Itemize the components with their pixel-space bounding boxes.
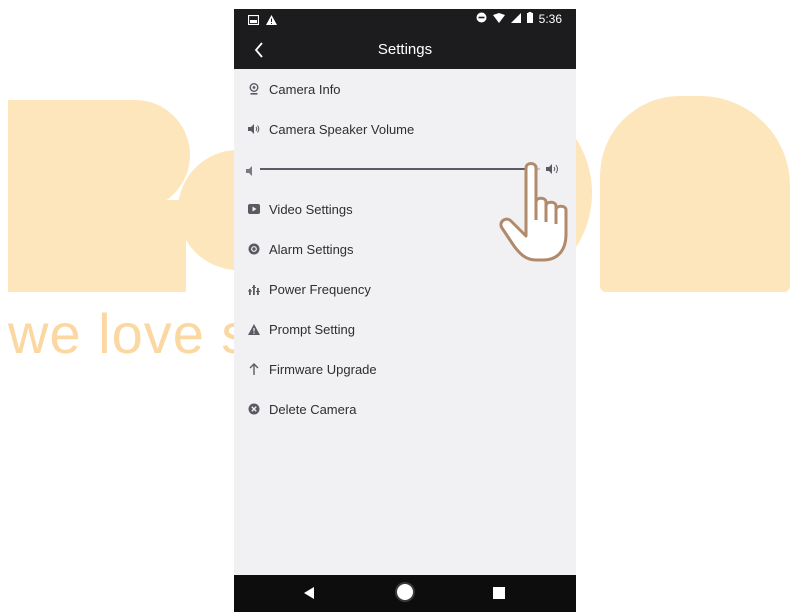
delete-icon: [248, 403, 260, 415]
settings-item-delete-camera[interactable]: Delete Camera: [234, 389, 576, 429]
settings-item-label: Camera Speaker Volume: [269, 121, 415, 137]
settings-item-label: Delete Camera: [269, 401, 357, 417]
page-title: Settings: [377, 41, 433, 58]
settings-list: Camera Info Camera Speaker Volume Video …: [234, 69, 576, 429]
status-time: 5:36: [538, 12, 562, 26]
settings-item-camera-speaker-volume[interactable]: Camera Speaker Volume: [234, 109, 576, 149]
watermark-letter-r-bowl: [80, 100, 190, 210]
system-nav-bar: [234, 575, 576, 612]
settings-item-alarm-settings[interactable]: Alarm Settings: [234, 229, 576, 269]
battery-icon: [526, 12, 533, 26]
volume-min-icon: [246, 163, 254, 181]
volume-slider-fill: [260, 168, 532, 170]
settings-item-label: Alarm Settings: [269, 241, 354, 257]
settings-item-firmware-upgrade[interactable]: Firmware Upgrade: [234, 349, 576, 389]
signal-icon: [510, 12, 521, 26]
settings-item-label: Video Settings: [269, 201, 353, 217]
speaker-icon: [248, 123, 260, 135]
volume-slider-track[interactable]: [260, 168, 540, 170]
watermark-letter-b: [600, 96, 790, 292]
settings-item-label: Power Frequency: [269, 281, 371, 297]
volume-slider-thumb[interactable]: [525, 163, 538, 175]
volume-max-icon: [546, 162, 560, 180]
alarm-icon: [248, 243, 260, 255]
settings-item-label: Prompt Setting: [269, 321, 355, 337]
recents-square-icon[interactable]: [493, 587, 505, 599]
settings-item-camera-info[interactable]: Camera Info: [234, 69, 576, 109]
watermark-letter-r-leg: [112, 200, 186, 292]
warning-icon: [266, 12, 277, 30]
phone-screen: 5:36 Settings Camera Info Camera Speaker…: [234, 9, 576, 612]
camera-info-icon: [248, 83, 260, 95]
prompt-warning-icon: [248, 323, 260, 335]
status-bar: 5:36: [234, 9, 576, 31]
video-icon: [248, 203, 260, 215]
settings-item-power-frequency[interactable]: Power Frequency: [234, 269, 576, 309]
back-triangle-icon[interactable]: [304, 586, 314, 604]
home-circle-icon[interactable]: [397, 584, 413, 600]
wifi-icon: [492, 12, 505, 26]
settings-item-label: Firmware Upgrade: [269, 361, 377, 377]
upgrade-arrow-icon: [248, 363, 260, 375]
volume-slider-row: [234, 149, 576, 189]
settings-item-video-settings[interactable]: Video Settings: [234, 189, 576, 229]
image-notification-icon: [247, 12, 260, 30]
app-bar: Settings: [234, 31, 576, 69]
do-not-disturb-icon: [476, 12, 487, 26]
frequency-icon: [248, 283, 260, 295]
settings-item-label: Camera Info: [269, 81, 341, 97]
settings-item-prompt-setting[interactable]: Prompt Setting: [234, 309, 576, 349]
